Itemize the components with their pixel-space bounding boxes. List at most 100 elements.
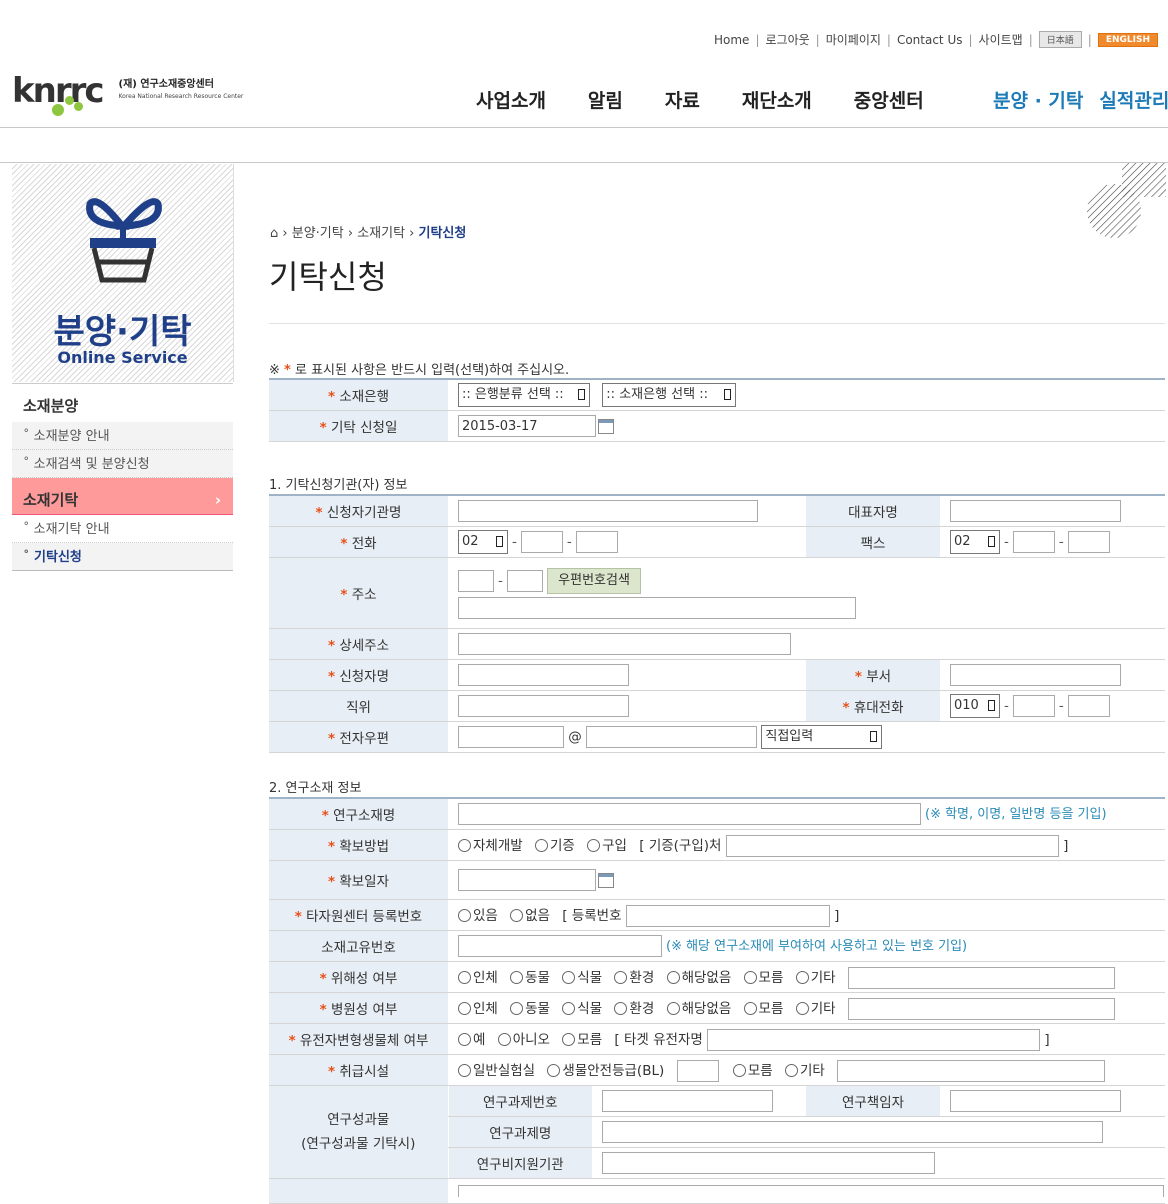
site-logo[interactable]: knrrc (재) 연구소재중앙센터 Korea National Resear… — [12, 74, 243, 116]
hazard-other[interactable]: 기타 — [795, 970, 836, 986]
nav-notice[interactable]: 알림 — [588, 86, 623, 113]
radio-donation[interactable]: 기증 — [534, 838, 575, 854]
calendar-icon-2[interactable] — [598, 872, 614, 888]
research-output-label: 연구성과물 (연구성과물 기탁시) — [269, 1085, 448, 1179]
breadcrumb-l2[interactable]: 소재기탁 — [357, 226, 405, 241]
extra-input[interactable] — [458, 1185, 1164, 1197]
pathogen-other[interactable]: 기타 — [795, 1001, 836, 1017]
nav-performance[interactable]: 실적관리 — [1099, 86, 1168, 113]
hazard-env[interactable]: 환경 — [614, 970, 654, 986]
fax-mid-input[interactable] — [1012, 531, 1055, 553]
fax-last-input[interactable] — [1067, 531, 1110, 553]
radio-purchase[interactable]: 구입 — [587, 838, 627, 854]
detail-address-input[interactable] — [458, 633, 791, 655]
nav-resources[interactable]: 자료 — [665, 86, 700, 113]
resource-name-label: 연구소재명 — [333, 808, 396, 824]
bank-category-select[interactable]: :: 은행분류 선택 :: — [458, 383, 590, 407]
radio-reg-no[interactable]: 없음 — [510, 908, 550, 924]
email-label: 전자우편 — [339, 731, 390, 747]
funding-input[interactable] — [602, 1152, 935, 1174]
main-nav-right: 분양 · 기탁 실적관리 — [993, 86, 1168, 113]
mobile-code-select[interactable]: 010 — [950, 694, 1000, 718]
pathogen-human[interactable]: 인체 — [458, 1001, 498, 1017]
sidebar-item-deposit-guide[interactable]: 소재기탁 안내 — [12, 515, 233, 543]
bl-level-input[interactable] — [676, 1059, 719, 1082]
sidebar-item-deposit-apply[interactable]: 기탁신청 — [12, 543, 233, 571]
zip1-input[interactable] — [458, 569, 494, 592]
facility-bl[interactable]: 생물안전등급(BL) — [547, 1063, 664, 1079]
pathogen-na[interactable]: 해당없음 — [666, 1001, 731, 1017]
nav-distribution[interactable]: 분양 · 기탁 — [993, 86, 1083, 113]
unique-no-input[interactable] — [458, 935, 662, 957]
dept-input[interactable] — [950, 664, 1121, 686]
org-input[interactable] — [458, 500, 758, 522]
mypage-link[interactable]: 마이페이지 — [820, 31, 887, 48]
source-input[interactable] — [725, 834, 1059, 857]
pathogen-env[interactable]: 환경 — [614, 1001, 654, 1017]
home-icon[interactable]: ⌂ — [270, 226, 278, 241]
project-name-input[interactable] — [602, 1121, 1103, 1143]
hazard-unknown[interactable]: 모름 — [743, 970, 783, 986]
sidebar-group-distribution[interactable]: 소재분양 — [12, 383, 233, 422]
mobile-last-input[interactable] — [1067, 695, 1110, 717]
contact-link[interactable]: Contact Us — [891, 33, 969, 47]
japanese-button[interactable]: 日本語 — [1038, 31, 1082, 48]
email-domain-input[interactable] — [586, 726, 758, 748]
pathogen-plant[interactable]: 식물 — [562, 1001, 602, 1017]
gmo-yes[interactable]: 예 — [458, 1032, 485, 1048]
deposit-date-input[interactable]: 2015-03-17 — [458, 415, 596, 437]
calendar-icon[interactable] — [598, 418, 614, 434]
mobile-label: 휴대전화 — [853, 700, 904, 716]
resource-name-input[interactable] — [458, 803, 921, 825]
reg-no-input[interactable] — [625, 904, 830, 927]
gmo-target-input[interactable] — [707, 1028, 1041, 1051]
english-button[interactable]: ENGLISH — [1097, 32, 1158, 47]
radio-reg-yes[interactable]: 있음 — [458, 908, 498, 924]
nav-center[interactable]: 중앙센터 — [854, 86, 924, 113]
zip-search-button[interactable]: 우편번호검색 — [547, 567, 641, 594]
sidebar-item-distribution-guide[interactable]: 소재분양 안내 — [12, 422, 233, 450]
email-domain-select[interactable]: 직접입력 — [761, 725, 883, 749]
pathogen-unknown[interactable]: 모름 — [743, 1001, 783, 1017]
sidebar-group-deposit[interactable]: 소재기탁 › — [12, 478, 233, 515]
hazard-animal[interactable]: 동물 — [510, 970, 550, 986]
pi-input[interactable] — [950, 1090, 1121, 1112]
position-input[interactable] — [458, 695, 629, 717]
hazard-na[interactable]: 해당없음 — [666, 970, 731, 986]
breadcrumb-l1[interactable]: 분양·기탁 — [292, 226, 344, 241]
phone-last-input[interactable] — [575, 531, 618, 553]
nav-business[interactable]: 사업소개 — [476, 86, 546, 113]
pathogen-animal[interactable]: 동물 — [510, 1001, 550, 1017]
address-input[interactable] — [458, 596, 856, 619]
facility-other-input[interactable] — [837, 1059, 1106, 1082]
hazard-other-input[interactable] — [847, 966, 1115, 989]
sidebar-item-search-apply[interactable]: 소재검색 및 분양신청 — [12, 450, 233, 478]
home-link[interactable]: Home — [708, 33, 755, 47]
facility-other[interactable]: 기타 — [784, 1063, 825, 1079]
facility-unknown[interactable]: 모름 — [732, 1063, 773, 1079]
gmo-no[interactable]: 아니오 — [497, 1032, 550, 1048]
gmo-unknown[interactable]: 모름 — [562, 1032, 602, 1048]
fax-code-select[interactable]: 02 — [950, 530, 1000, 554]
facility-general[interactable]: 일반실험실 — [458, 1063, 535, 1079]
email-id-input[interactable] — [458, 726, 564, 748]
sitemap-link[interactable]: 사이트맵 — [973, 31, 1029, 48]
radio-self-dev[interactable]: 자체개발 — [458, 838, 523, 854]
required-note: ※ * 로 표시된 사항은 반드시 입력(선택)하여 주십시오. — [269, 363, 570, 378]
hazard-plant[interactable]: 식물 — [562, 970, 602, 986]
logout-link[interactable]: 로그아웃 — [759, 31, 815, 48]
sprout-pot-icon — [86, 198, 162, 283]
acquire-date-input[interactable] — [458, 869, 596, 891]
phone-code-select[interactable]: 02 — [458, 530, 508, 554]
rep-input[interactable] — [950, 500, 1121, 522]
nav-foundation[interactable]: 재단소개 — [742, 86, 812, 113]
hazard-human[interactable]: 인체 — [458, 970, 498, 986]
pathogen-other-input[interactable] — [847, 997, 1115, 1020]
project-no-input[interactable] — [602, 1090, 773, 1112]
applicant-input[interactable] — [458, 664, 629, 686]
zip2-input[interactable] — [506, 569, 543, 592]
mobile-mid-input[interactable] — [1012, 695, 1055, 717]
bank-select[interactable]: :: 소재은행 선택 :: — [602, 383, 737, 407]
phone-mid-input[interactable] — [520, 531, 563, 553]
logo-korean: (재) 연구소재중앙센터 — [118, 79, 214, 90]
